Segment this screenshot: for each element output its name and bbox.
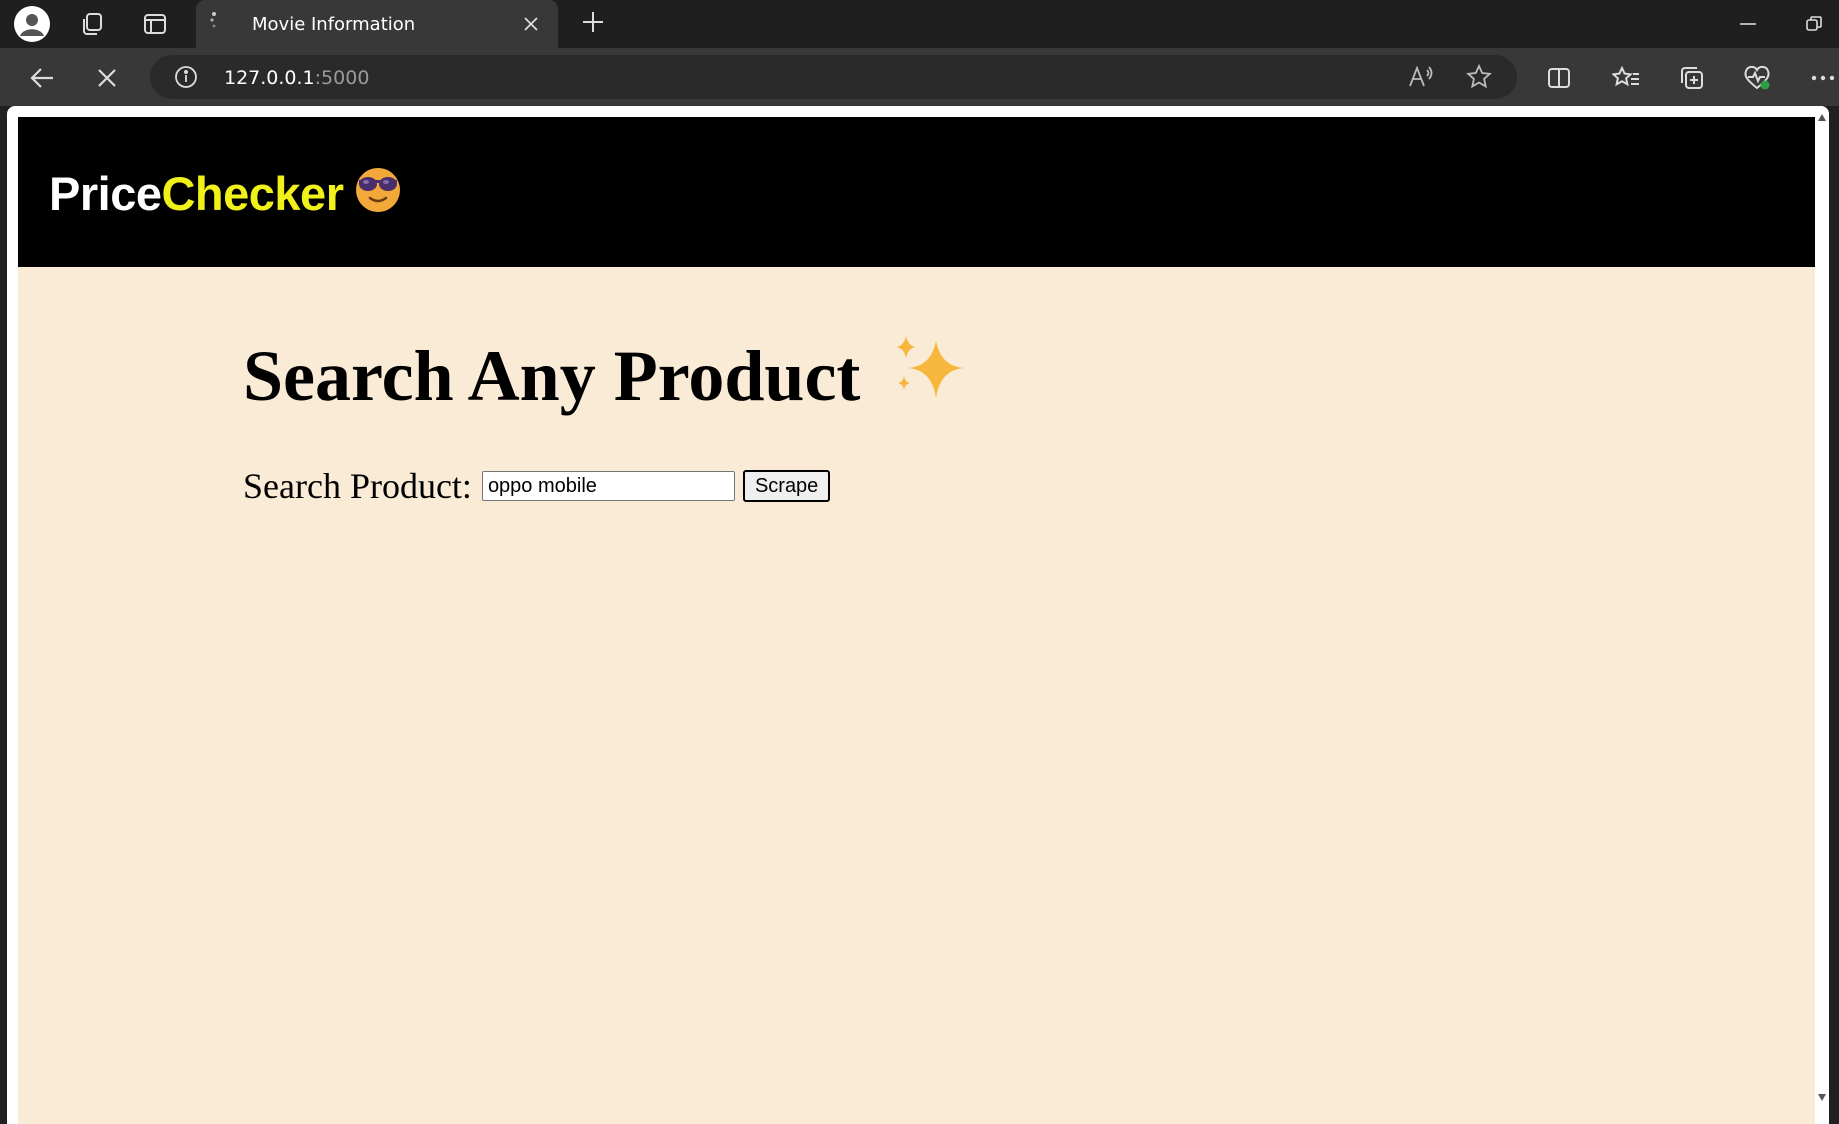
close-icon[interactable] [516,9,546,39]
back-icon[interactable] [20,56,64,100]
active-tab[interactable]: Movie Information [196,0,558,48]
scrape-button[interactable]: Scrape [742,470,831,502]
stop-icon[interactable] [85,56,129,100]
read-aloud-icon[interactable] [1408,65,1434,94]
info-icon[interactable] [174,65,198,94]
tab-actions-icon[interactable] [135,4,175,44]
more-icon[interactable] [1801,56,1839,100]
favorites-icon[interactable] [1604,56,1648,100]
sparkles-icon [888,332,968,420]
site-header: Price Checker [18,117,1819,267]
page-viewport: Price Checker Search Any Product Search … [7,106,1829,1124]
search-form: Search Product: Scrape [243,465,831,507]
scrollbar[interactable] [1815,106,1829,1124]
url-host: 127.0.0.1 [224,67,315,89]
site-logo[interactable]: Price Checker [49,163,405,224]
logo-checker-text: Checker [161,167,344,220]
collections-icon[interactable] [1670,56,1714,100]
workspaces-icon[interactable] [73,4,113,44]
restore-icon[interactable] [1794,4,1834,44]
scroll-up-arrow-icon[interactable] [1818,114,1826,121]
browser-essentials-icon[interactable] [1735,56,1779,100]
search-label: Search Product: [243,466,472,506]
sunglasses-emoji-icon [351,163,405,224]
page-heading: Search Any Product [243,332,968,420]
tab-bar: Movie Information [0,0,1839,48]
url-port: :5000 [314,67,370,89]
new-tab-button[interactable] [573,4,613,44]
address-bar[interactable]: 127.0.0.1:5000 [150,55,1517,99]
loading-spinner-icon [208,10,230,37]
scroll-down-arrow-icon[interactable] [1818,1094,1826,1101]
split-screen-icon[interactable] [1537,56,1581,100]
search-input[interactable] [481,471,735,501]
page-body: Price Checker Search Any Product Search … [18,117,1819,1124]
url-text[interactable]: 127.0.0.1:5000 [224,67,369,89]
page-heading-text: Search Any Product [243,335,861,416]
plus-icon [582,11,604,38]
tab-title: Movie Information [252,14,416,35]
favorite-star-icon[interactable] [1466,63,1492,95]
profile-icon[interactable] [12,4,52,44]
minimize-icon[interactable] [1728,4,1768,44]
logo-price-text: Price [49,167,162,220]
